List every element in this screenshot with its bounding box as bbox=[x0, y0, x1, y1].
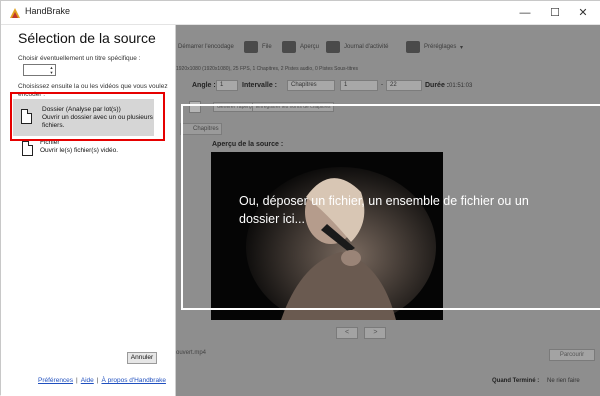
handbrake-logo-icon bbox=[10, 8, 20, 18]
range-to-select[interactable]: 22 bbox=[386, 80, 422, 91]
toolbar: Démarrer l'encodage File Aperçu Journal … bbox=[176, 35, 600, 61]
when-done-label: Quand Terminé : bbox=[492, 378, 540, 384]
browse-button[interactable]: Parcourir bbox=[549, 349, 595, 361]
duration-label: Durée : bbox=[425, 82, 450, 89]
spinner-down-icon[interactable]: ▼ bbox=[48, 70, 55, 75]
help-link[interactable]: Aide bbox=[81, 377, 94, 384]
duration-value: 01:51:03 bbox=[449, 83, 473, 89]
preferences-link[interactable]: Préférences bbox=[38, 377, 73, 384]
presets-dropdown-icon: ▾ bbox=[460, 45, 464, 51]
preview-button[interactable]: Aperçu bbox=[300, 44, 319, 50]
start-encode-button[interactable]: Démarrer l'encodage bbox=[178, 44, 234, 50]
drop-zone[interactable]: Ou, déposer un fichier, un ensemble de f… bbox=[181, 104, 600, 310]
presets-icon bbox=[406, 41, 420, 53]
window-title: HandBrake bbox=[25, 6, 71, 16]
range-dash: - bbox=[381, 82, 383, 88]
highlight-box bbox=[10, 92, 165, 141]
next-preview-button[interactable]: > bbox=[364, 327, 387, 339]
activity-log-button[interactable]: Journal d'activité bbox=[344, 44, 389, 50]
file-option-description: Ouvrir le(s) fichier(s) vidéo. bbox=[40, 147, 119, 154]
range-type-select[interactable]: Chapitres bbox=[287, 80, 335, 91]
title-spinner[interactable]: ▲ ▼ bbox=[23, 64, 56, 76]
drop-zone-text: Ou, déposer un fichier, un ensemble de f… bbox=[239, 194, 529, 226]
source-selection-panel: Sélection de la source Choisir éventuell… bbox=[1, 25, 176, 396]
preview-icon bbox=[282, 41, 296, 53]
angle-select[interactable]: 1 bbox=[216, 80, 238, 91]
handbrake-window: HandBrake — ☐ ✕ Démarrer l'encodage File… bbox=[0, 0, 600, 396]
activity-log-icon bbox=[326, 41, 340, 53]
previous-preview-button[interactable]: < bbox=[336, 327, 358, 339]
footer-links: Préférences | Aide | À propos d'Handbrake bbox=[38, 377, 166, 384]
preview-navigation: < > bbox=[336, 321, 388, 339]
about-link[interactable]: À propos d'Handbrake bbox=[101, 377, 165, 384]
link-separator: | bbox=[96, 377, 99, 384]
destination-field[interactable]: ouvert.mp4 bbox=[176, 350, 206, 356]
when-done-select[interactable]: Ne rien faire bbox=[547, 378, 580, 384]
link-separator: | bbox=[76, 377, 78, 384]
panel-title: Sélection de la source bbox=[18, 30, 156, 46]
queue-button[interactable]: File bbox=[262, 44, 272, 50]
file-option[interactable]: Fichier Ouvrir le(s) fichier(s) vidéo. bbox=[15, 139, 156, 167]
file-document-icon bbox=[22, 141, 33, 156]
title-hint: Choisir éventuellement un titre spécifiq… bbox=[18, 55, 141, 62]
source-info: 1920x1080 (1920x1080), 25 FPS, 1 Chapitr… bbox=[176, 66, 359, 72]
close-button[interactable]: ✕ bbox=[569, 3, 597, 23]
minimize-button[interactable]: — bbox=[511, 3, 539, 23]
range-from-select[interactable]: 1 bbox=[340, 80, 378, 91]
title-bar: HandBrake — ☐ ✕ bbox=[1, 1, 600, 25]
maximize-button[interactable]: ☐ bbox=[541, 3, 569, 23]
cancel-button[interactable]: Annuler bbox=[127, 352, 157, 364]
presets-button[interactable]: Préréglages bbox=[424, 44, 456, 50]
angle-label: Angle : bbox=[192, 82, 216, 89]
range-label: Intervalle : bbox=[242, 82, 278, 89]
queue-icon bbox=[244, 41, 258, 53]
